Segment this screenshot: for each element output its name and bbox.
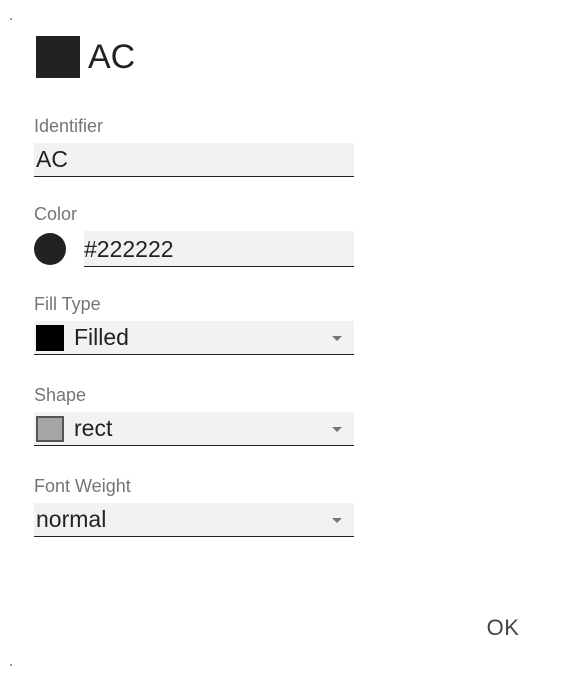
identifier-label: Identifier: [34, 116, 104, 136]
rect-swatch-icon: [36, 415, 64, 442]
fill-type-field-group: Fill Type Filled: [34, 293, 354, 355]
fill-type-select[interactable]: Filled: [34, 321, 354, 355]
identifier-field-group: Identifier AC: [34, 115, 354, 177]
corner-mark-bottom: [10, 664, 12, 666]
color-label: Color: [34, 204, 78, 224]
identifier-input[interactable]: AC: [34, 143, 354, 177]
dialog-title: AC: [88, 38, 136, 76]
shape-field-group: Shape rect: [34, 384, 354, 446]
series-color-swatch-icon: [36, 36, 80, 78]
color-row: #222222: [34, 231, 354, 267]
chevron-down-icon: [332, 426, 342, 432]
font-weight-label: Font Weight: [34, 476, 131, 496]
fill-type-label: Fill Type: [34, 294, 101, 314]
color-picker-dot-icon[interactable]: [34, 233, 66, 265]
font-weight-field-group: Font Weight normal: [34, 475, 354, 537]
font-weight-value: normal: [36, 506, 107, 532]
corner-mark-top: [10, 18, 12, 20]
ok-button[interactable]: OK: [468, 610, 538, 646]
chevron-down-icon: [332, 517, 342, 523]
font-weight-select[interactable]: normal: [34, 503, 354, 537]
color-hex-input[interactable]: #222222: [84, 231, 354, 267]
filled-swatch-icon: [36, 324, 64, 351]
shape-select[interactable]: rect: [34, 412, 354, 446]
series-settings-dialog: AC Identifier AC Color #222222 Fill Type…: [0, 0, 564, 677]
fill-type-value: Filled: [74, 324, 129, 350]
shape-value: rect: [74, 415, 113, 441]
chevron-down-icon: [332, 335, 342, 341]
dialog-header: AC: [36, 36, 135, 78]
shape-label: Shape: [34, 385, 87, 405]
color-field-group: Color #222222: [34, 203, 354, 267]
identifier-value: AC: [36, 146, 68, 172]
